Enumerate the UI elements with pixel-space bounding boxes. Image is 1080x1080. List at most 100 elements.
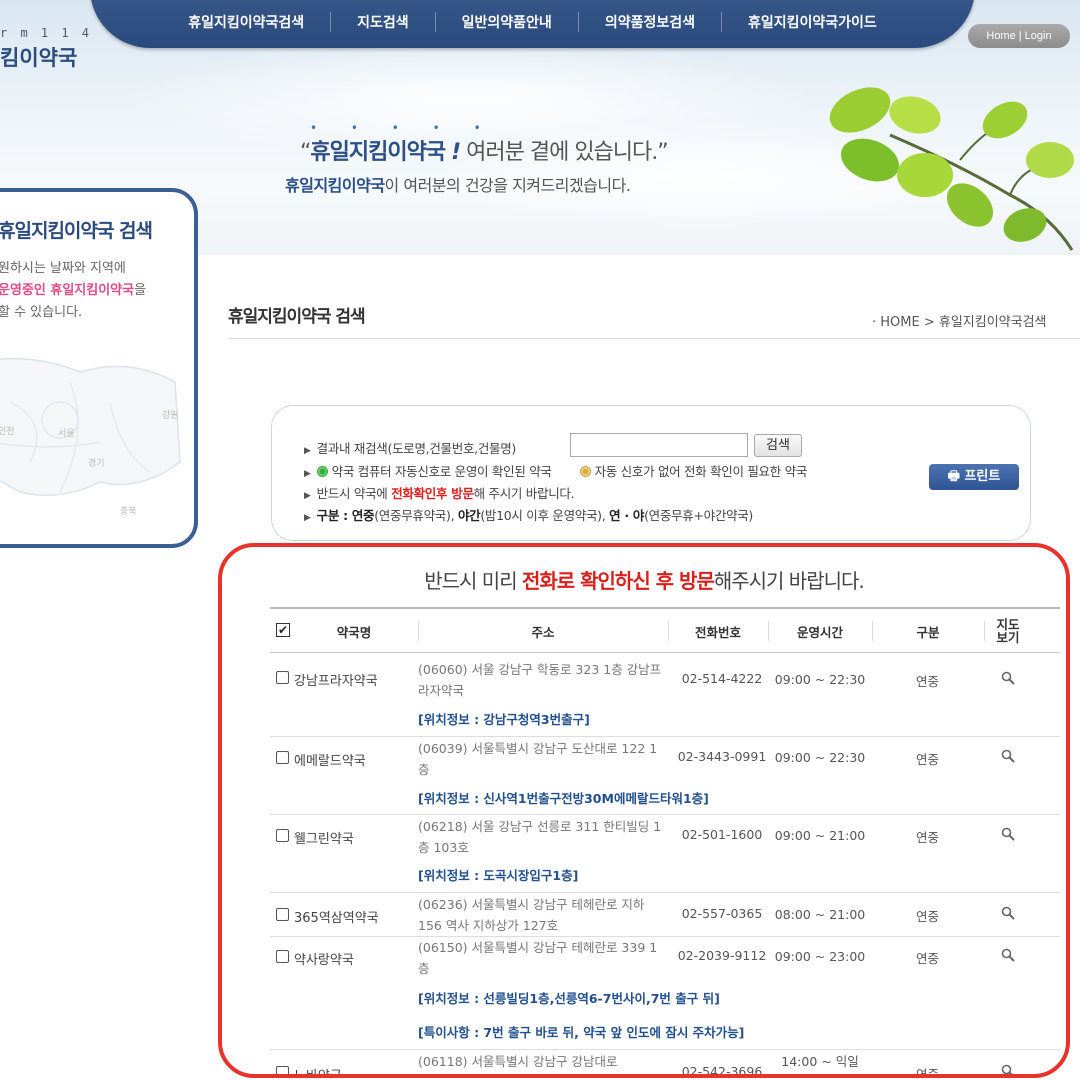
site-logo[interactable]: 킴이약국 [0,42,77,72]
pharmacy-address: (06236) 서울특별시 강남구 테헤란로 지하156 역사 지하상가 127… [418,897,645,933]
sidebar-search-panel[interactable]: 휴일지킴이약국 검색 원하시는 날짜와 지역에 운영중인 휴일지킴이약국을 할 … [0,188,198,548]
row-checkbox[interactable] [276,1066,289,1074]
sidebar-desc-line2: 운영중인 휴일지킴이약국을 [0,280,194,302]
search-button[interactable]: 검색 [754,434,802,457]
pharmacy-type: 연중 [915,1067,939,1078]
printer-icon: 🖶 [947,469,960,484]
print-button[interactable]: 🖶 프린트 [929,464,1019,490]
nav-item-drug-info-search[interactable]: 의약품정보검색 [579,12,722,32]
special-note: [특이사항 : 7번 출구 바로 뒤, 약국 앞 인도에 잠시 주차가능] [418,1025,745,1040]
category-legend-row: ▶ 구분 : 연중(연중무휴약국), 야간(밤10시 이후 운영약국), 연 · … [304,505,753,524]
pharmacy-hours: 08:00 ~ 21:00 [774,907,866,922]
select-all-checkbox[interactable]: ✔ [276,623,290,637]
research-label: 결과내 재검색(도로명,건물번호,건물명) [316,441,517,456]
category-yeonjung-desc: (연중무휴약국), [374,508,458,523]
region-map[interactable] [0,342,190,542]
pharmacy-phone: 02-3443-0991 [677,749,767,764]
pharmacy-hours: 09:00 ~ 22:30 [774,672,866,687]
table-header: ✔ 약국명 주소 전화번호 운영시간 구분 지도 보기 [270,607,1060,653]
legend-green-label: 약국 컴퓨터 자동신호로 운영이 확인된 약국 [331,464,552,479]
slogan-rest: 여러분 곁에 있습니다.” [460,140,669,165]
phone-note-post: 해 주시기 바랍니다. [473,486,575,501]
page-title: 휴일지킴이약국 검색 [228,307,366,327]
map-search-icon[interactable] [1001,948,1015,962]
nav-item-guide[interactable]: 휴일지킴이약국가이드 [722,12,903,32]
pharmacy-phone: 02-557-0365 [681,906,763,921]
pharmacy-name[interactable]: 강남프라자약국 [294,670,378,689]
col-header-phone[interactable]: 전화번호 [668,609,768,653]
category-yeonya: 연 · 야 [609,508,645,523]
row-checkbox[interactable] [276,829,289,842]
col-header-type[interactable]: 구분 [872,609,984,653]
sidebar-desc-line3: 할 수 있습니다. [0,305,83,320]
pharmacy-name[interactable]: 노바약국 [294,1065,342,1074]
research-input[interactable] [570,433,748,457]
sidebar-description: 원하시는 날짜와 지역에 운영중인 휴일지킴이약국을 할 수 있습니다. [0,258,194,324]
col-header-address[interactable]: 주소 [418,609,668,653]
map-label-chungbuk[interactable]: 충북 [120,504,137,517]
map-search-icon[interactable] [1001,1064,1015,1078]
map-search-icon[interactable] [1001,827,1015,841]
arrow-right-icon: ▶ [304,513,311,523]
table-row: 약사랑약국 (06150) 서울특별시 강남구 테헤란로 339 1층 02-2… [270,937,1060,1050]
visit-notice: 반드시 미리 전화로 확인하신 후 방문해주시기 바랍니다. [222,565,1066,594]
pharmacy-type: 연중 [915,830,939,845]
category-yeonya-desc: (연중무휴+야간약국) [644,508,753,523]
nav-item-otc-info[interactable]: 일반의약품안내 [436,12,579,32]
legend-yellow-label: 자동 신호가 없어 전화 확인이 필요한 약국 [594,464,808,479]
notice-highlight: 전화로 확인하신 후 방문 [521,569,715,593]
sidebar-desc-line2-rest: 을 [134,283,147,298]
slogan-brand: 휴일지킴이약국 [310,140,446,165]
row-checkbox[interactable] [276,908,289,921]
research-row: ▶ 결과내 재검색(도로명,건물번호,건물명) [304,438,516,457]
pharmacy-address: (06150) 서울특별시 강남구 테헤란로 339 1층 [418,940,658,976]
pharmacy-hours: 09:00 ~ 23:00 [774,949,866,964]
pharmacy-name[interactable]: 365역삼역약국 [294,907,379,926]
title-divider [228,338,1080,339]
pharmacy-phone: 02-542-3696 [681,1064,763,1078]
map-label-gangwon[interactable]: 강원 [162,408,179,421]
col-header-name[interactable]: 약국명 [294,609,414,653]
category-label: 구분 : [316,508,352,523]
pharmacy-address: (06118) 서울특별시 강남구 강남대로 [418,1054,618,1069]
row-checkbox[interactable] [276,950,289,963]
pharmacy-name[interactable]: 약사랑약국 [294,949,354,968]
table-row: 에메랄드약국 (06039) 서울특별시 강남구 도산대로 122 1층 02-… [270,737,1060,815]
slogan-subline: 휴일지킴이약국이 여러분의 건강을 지켜드리겠습니다. [285,172,631,196]
nav-item-map-search[interactable]: 지도검색 [331,12,436,32]
pharmacy-phone: 02-501-1600 [681,827,763,842]
pharmacy-type: 연중 [915,909,939,924]
slogan2-rest: 이 여러분의 건강을 지켜드리겠습니다. [384,176,631,195]
leaf-decoration [829,87,1074,251]
nav-item-holiday-search[interactable]: 휴일지킴이약국검색 [162,12,332,32]
map-label-seoul[interactable]: 서울 [58,426,75,439]
map-search-icon[interactable] [1001,671,1015,685]
home-login-button[interactable]: Home | Login [968,24,1070,48]
row-checkbox[interactable] [276,751,289,764]
map-label-gyeonggi[interactable]: 경기 [88,456,105,469]
col-header-map[interactable]: 지도 보기 [984,609,1032,653]
green-signal-icon [316,466,328,477]
breadcrumb[interactable]: · HOME > 휴일지킴이약국검색 [872,311,1047,330]
pharmacy-address: (06060) 서울 강남구 학동로 323 1층 강남프라자약국 [418,662,662,698]
pharmacy-name[interactable]: 웰그린약국 [294,828,354,847]
col-header-hours[interactable]: 운영시간 [768,609,872,653]
table-row: 노바약국 (06118) 서울특별시 강남구 강남대로 02-542-3696 … [270,1050,1060,1078]
table-row: 웰그린약국 (06218) 서울 강남구 선릉로 311 한티빌딩 1층 103… [270,815,1060,893]
phone-note-pre: 반드시 약국에 [316,486,392,501]
search-filter-box: ▶ 결과내 재검색(도로명,건물번호,건물명) 검색 ▶ 약국 컴퓨터 자동신호로 … [271,405,1031,541]
sidebar-desc-highlight: 운영중인 휴일지킴이약국 [0,283,135,298]
slogan-quote: “ [300,140,311,165]
location-info: [위치정보 : 도곡시장입구1층] [418,868,579,883]
print-label: 프린트 [964,469,1001,484]
map-search-icon[interactable] [1001,906,1015,920]
sidebar-title: 휴일지킴이약국 검색 [0,220,153,242]
map-label-incheon[interactable]: 인천 [0,424,15,437]
slogan-headline: “휴일지킴이약국 ! 여러분 곁에 있습니다.” [300,134,669,166]
phone-note-row: ▶ 반드시 약국에 전화확인후 방문해 주시기 바랍니다. [304,483,575,502]
top-navigation: 휴일지킴이약국검색 지도검색 일반의약품안내 의약품정보검색 휴일지킴이약국가이… [90,0,975,48]
pharmacy-name[interactable]: 에메랄드약국 [294,750,366,769]
row-checkbox[interactable] [276,671,289,684]
arrow-right-icon: ▶ [304,491,311,501]
map-search-icon[interactable] [1001,749,1015,763]
